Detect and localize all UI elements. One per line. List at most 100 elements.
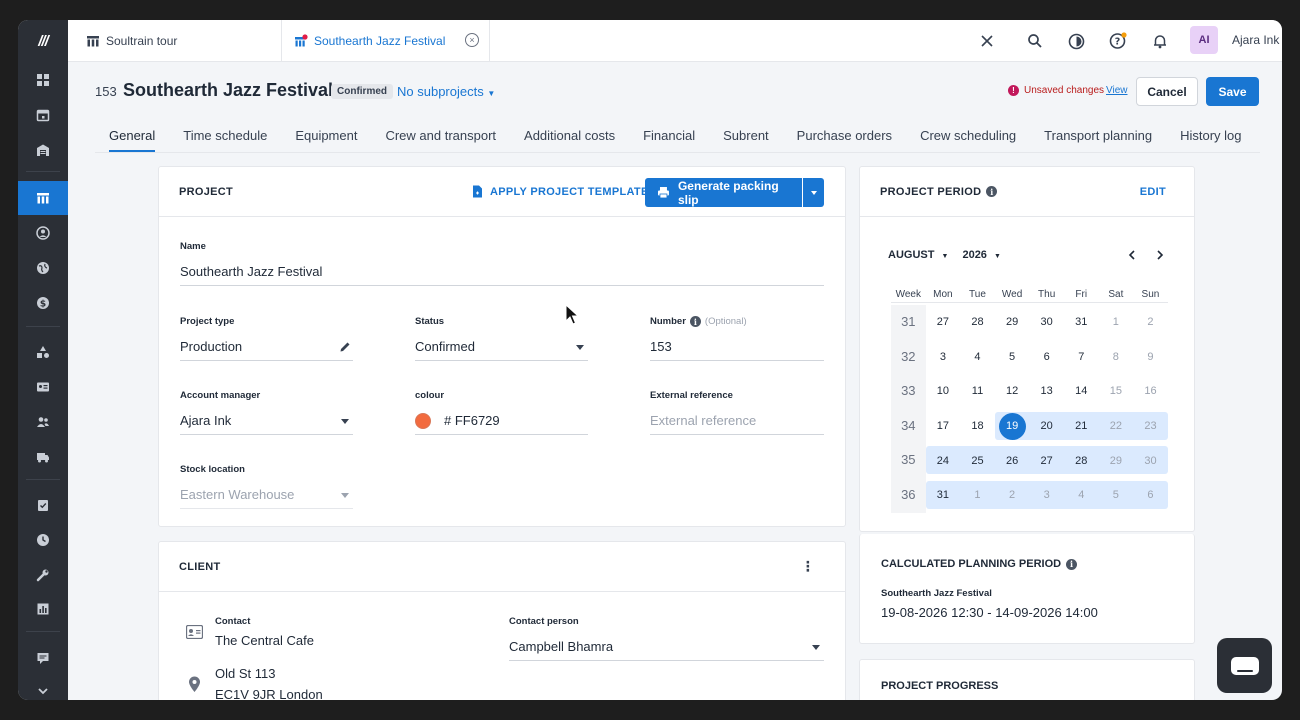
- calendar-day[interactable]: 7: [1064, 351, 1099, 363]
- close-tab-icon[interactable]: ×: [465, 33, 479, 47]
- calendar-day[interactable]: 27: [926, 316, 961, 328]
- avatar[interactable]: AI: [1190, 26, 1218, 54]
- reports-icon[interactable]: [18, 592, 68, 626]
- calendar-day[interactable]: 4: [1064, 489, 1099, 501]
- calendar-day[interactable]: 6: [1133, 489, 1168, 501]
- chevron-right-icon[interactable]: [1156, 250, 1164, 260]
- calendar-day[interactable]: 5: [1099, 489, 1134, 501]
- calendar-day[interactable]: 29: [995, 316, 1030, 328]
- calendar-day[interactable]: 2: [1133, 316, 1168, 328]
- calendar-day[interactable]: 31: [1064, 316, 1099, 328]
- contact-person-select[interactable]: Campbell Bhamra: [509, 633, 824, 661]
- wrench-icon[interactable]: [18, 558, 68, 592]
- id-card-icon[interactable]: [18, 370, 68, 404]
- calendar-day[interactable]: 11: [960, 385, 995, 397]
- apply-template-button[interactable]: APPLY PROJECT TEMPLATE: [472, 185, 649, 198]
- cancel-button[interactable]: Cancel: [1136, 77, 1198, 106]
- save-button[interactable]: Save: [1206, 77, 1259, 106]
- user-name[interactable]: Ajara Ink: [1232, 33, 1279, 47]
- calendar-day[interactable]: 1: [960, 489, 995, 501]
- account-manager-select[interactable]: Ajara Ink: [180, 407, 353, 435]
- name-input[interactable]: Southearth Jazz Festival: [180, 258, 824, 286]
- tab-crew-scheduling[interactable]: Crew scheduling: [920, 128, 1016, 152]
- tab-transport-planning[interactable]: Transport planning: [1044, 128, 1152, 152]
- truck-icon[interactable]: [18, 440, 68, 474]
- clock-icon[interactable]: [18, 523, 68, 557]
- bell-icon[interactable]: [1149, 30, 1171, 52]
- tab-soultrain-tour[interactable]: Soultrain tour: [68, 20, 282, 62]
- tab-additional-costs[interactable]: Additional costs: [524, 128, 615, 152]
- close-icon[interactable]: [976, 30, 998, 52]
- tab-subrent[interactable]: Subrent: [723, 128, 769, 152]
- calendar-day[interactable]: 18: [960, 420, 995, 432]
- calendar-day[interactable]: 4: [960, 351, 995, 363]
- calendar-day[interactable]: 23: [1133, 420, 1168, 432]
- info-icon[interactable]: i: [689, 316, 701, 327]
- calendar-day[interactable]: 30: [1133, 455, 1168, 467]
- calendar-day[interactable]: 15: [1099, 385, 1134, 397]
- tab-southearth-jazz-festival[interactable]: Southearth Jazz Festival ×: [282, 20, 490, 62]
- chevron-down-icon[interactable]: [18, 674, 68, 700]
- view-link[interactable]: View: [1106, 85, 1128, 96]
- calendar-day[interactable]: 5: [995, 351, 1030, 363]
- calendar-day[interactable]: 10: [926, 385, 961, 397]
- calendar-day[interactable]: 14: [1064, 385, 1099, 397]
- tab-crew-and-transport[interactable]: Crew and transport: [385, 128, 496, 152]
- search-icon[interactable]: [1024, 30, 1046, 52]
- dashboard-icon[interactable]: [18, 63, 68, 97]
- calendar-day[interactable]: 31: [926, 489, 961, 501]
- calendar-day[interactable]: 16: [1133, 385, 1168, 397]
- status-select[interactable]: Confirmed: [415, 333, 588, 361]
- calendar-day[interactable]: 13: [1029, 385, 1064, 397]
- pencil-icon[interactable]: [339, 341, 351, 353]
- more-options-icon[interactable]: ⋮: [801, 558, 815, 575]
- colour-swatch[interactable]: [415, 413, 431, 429]
- contrast-icon[interactable]: [1065, 30, 1087, 52]
- chevron-left-icon[interactable]: [1128, 250, 1136, 260]
- calendar-day[interactable]: 30: [1029, 316, 1064, 328]
- subprojects-dropdown[interactable]: No subprojects ▼: [397, 84, 495, 99]
- calendar-day[interactable]: 2: [995, 489, 1030, 501]
- calendar-day[interactable]: 24: [926, 455, 961, 467]
- calendar-day[interactable]: 21: [1064, 420, 1099, 432]
- calendar-day[interactable]: 20: [1029, 420, 1064, 432]
- tab-history-log[interactable]: History log: [1180, 128, 1241, 152]
- info-icon[interactable]: i: [986, 186, 998, 197]
- calendar-day[interactable]: 3: [1029, 489, 1064, 501]
- contact-value[interactable]: The Central Cafe: [215, 633, 455, 648]
- shapes-icon[interactable]: [18, 335, 68, 369]
- month-select[interactable]: AUGUST ▼: [888, 249, 948, 261]
- calendar-day[interactable]: 22: [1099, 420, 1134, 432]
- calendar-day[interactable]: 17: [926, 420, 961, 432]
- tab-financial[interactable]: Financial: [643, 128, 695, 152]
- clipboard-check-icon[interactable]: [18, 488, 68, 522]
- calendar-day[interactable]: 12: [995, 385, 1030, 397]
- calendar-day[interactable]: 19: [995, 412, 1030, 440]
- calendar-day[interactable]: 3: [926, 351, 961, 363]
- help-icon[interactable]: ?: [1107, 30, 1129, 52]
- app-logo[interactable]: ///: [18, 20, 68, 62]
- users-icon[interactable]: [18, 405, 68, 439]
- projects-icon[interactable]: [18, 181, 68, 215]
- warehouse-icon[interactable]: [18, 133, 68, 167]
- edit-period-button[interactable]: EDIT: [1140, 186, 1166, 198]
- generate-dropdown-button[interactable]: [803, 178, 824, 207]
- info-icon[interactable]: i: [1066, 558, 1078, 570]
- tab-purchase-orders[interactable]: Purchase orders: [797, 128, 892, 152]
- chat-button[interactable]: [1217, 638, 1272, 693]
- calendar-day[interactable]: 27: [1029, 455, 1064, 467]
- number-input[interactable]: 153: [650, 333, 824, 361]
- calendar-day[interactable]: 28: [960, 316, 995, 328]
- year-select[interactable]: 2026 ▼: [962, 249, 1000, 261]
- calendar-day[interactable]: 1: [1099, 316, 1134, 328]
- globe-icon[interactable]: [18, 251, 68, 285]
- calendar-icon[interactable]: [18, 98, 68, 132]
- tab-general[interactable]: General: [109, 128, 156, 152]
- messages-icon[interactable]: [18, 641, 68, 675]
- calendar-day[interactable]: 29: [1099, 455, 1134, 467]
- calendar-day[interactable]: 25: [960, 455, 995, 467]
- calendar-day[interactable]: 6: [1029, 351, 1064, 363]
- calendar-day[interactable]: 8: [1099, 351, 1134, 363]
- calendar-day[interactable]: 28: [1064, 455, 1099, 467]
- contacts-icon[interactable]: [18, 216, 68, 250]
